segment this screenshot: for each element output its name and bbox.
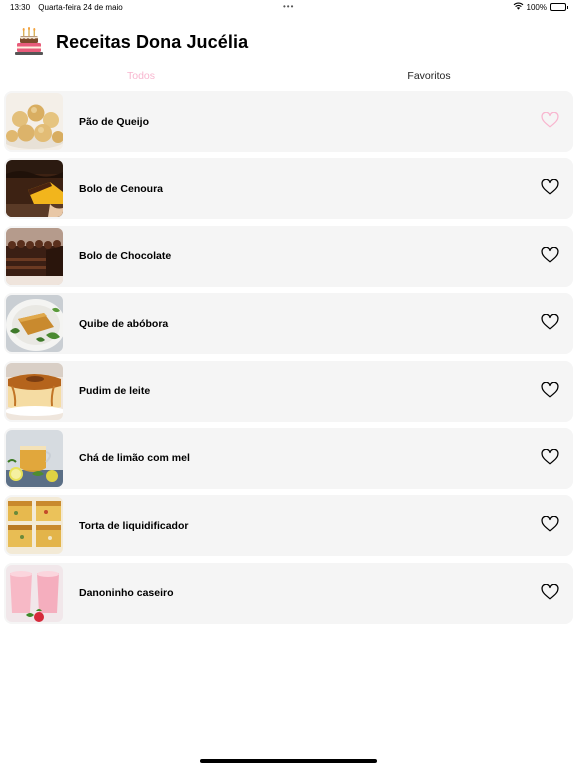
status-bar: 13:30 Quarta-feira 24 de maio ••• 100% <box>0 0 576 14</box>
status-date: Quarta-feira 24 de maio <box>38 3 123 12</box>
heart-outline-icon[interactable] <box>541 179 559 195</box>
recipe-list: Pão de Queijo Bolo de Cenoura Bolo de Ch… <box>4 91 573 630</box>
recipe-row-bolo-de-cenoura[interactable]: Bolo de Cenoura <box>4 158 573 220</box>
heart-outline-icon[interactable] <box>541 583 559 600</box>
recipe-row-pudim-de-leite[interactable]: Pudim de leite <box>4 360 573 422</box>
heart-outline-icon[interactable] <box>541 381 559 398</box>
battery-percent: 100% <box>526 2 547 12</box>
multitasking-dots[interactable]: ••• <box>283 2 294 11</box>
status-left: 13:30 Quarta-feira 24 de maio <box>10 3 129 12</box>
heart-outline-pink-icon[interactable] <box>541 111 559 128</box>
wifi-icon <box>513 2 524 12</box>
tab-favoritos[interactable]: Favoritos <box>349 70 509 82</box>
recipe-title: Bolo de Cenoura <box>79 182 164 195</box>
battery-icon <box>550 3 568 11</box>
recipe-title: Danoninho caseiro <box>79 587 174 600</box>
recipe-title: Quibe de abóbora <box>79 317 169 330</box>
cha-de-limao-photo <box>6 429 63 487</box>
recipe-title: Pão de Queijo <box>79 115 150 128</box>
heart-outline-icon[interactable] <box>541 313 559 330</box>
recipe-title: Torta de liquidificador <box>79 519 189 532</box>
status-right: 100% <box>513 2 568 12</box>
pao-de-queijo-photo <box>6 93 63 150</box>
app-header: Receitas Dona Jucélia <box>14 26 248 58</box>
recipe-title: Bolo de Chocolate <box>79 250 172 263</box>
tab-todos[interactable]: Todos <box>61 70 221 82</box>
recipe-row-bolo-de-chocolate[interactable]: Bolo de Chocolate <box>4 225 573 287</box>
recipe-row-quibe-de-abobora[interactable]: Quibe de abóbora <box>4 293 573 355</box>
recipe-title: Chá de limão com mel <box>79 452 190 465</box>
recipe-row-cha-de-limao-com-mel[interactable]: Chá de limão com mel <box>4 427 573 489</box>
recipe-title: Pudim de leite <box>79 385 151 398</box>
pudim-de-leite-photo <box>6 362 63 420</box>
app-title: Receitas Dona Jucélia <box>56 31 249 52</box>
heart-outline-icon[interactable] <box>541 516 559 532</box>
tab-bar: Todos Favoritos <box>0 66 576 86</box>
bolo-de-chocolate-photo <box>6 227 63 285</box>
recipe-row-danoninho-caseiro[interactable]: Danoninho caseiro <box>4 562 573 624</box>
recipe-row-pao-de-queijo[interactable]: Pão de Queijo <box>4 91 573 152</box>
torta-de-liquidificador-photo <box>6 497 63 555</box>
heart-outline-icon[interactable] <box>541 246 559 263</box>
status-time: 13:30 <box>10 3 31 12</box>
bolo-de-cenoura-photo <box>6 160 63 218</box>
home-indicator[interactable] <box>200 759 377 763</box>
danoninho-caseiro-photo <box>6 564 63 622</box>
quibe-de-abobora-photo <box>6 295 63 353</box>
cake-icon <box>14 27 44 57</box>
heart-outline-icon[interactable] <box>541 448 559 465</box>
recipe-row-torta-de-liquidificador[interactable]: Torta de liquidificador <box>4 495 573 557</box>
